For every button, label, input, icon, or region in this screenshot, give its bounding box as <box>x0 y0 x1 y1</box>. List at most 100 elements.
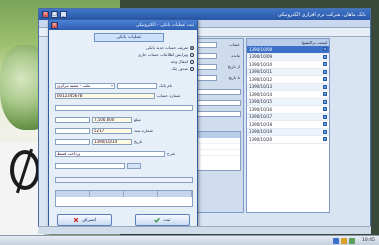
close-icon[interactable]: × <box>42 11 49 18</box>
search-field[interactable] <box>55 162 125 169</box>
tab-bank-operations[interactable]: عملیات بانکی <box>94 33 164 42</box>
desc-label: شرح <box>167 151 176 156</box>
bank-row: ملت - شعبه مرکزی نام بانک <box>55 82 193 89</box>
document-icon <box>323 62 327 67</box>
document-icon <box>323 54 327 59</box>
amount-field[interactable]: 7,500,000 <box>92 116 132 123</box>
doc-field[interactable]: 5217 <box>92 127 132 134</box>
list-item-date: 1390/10/10 <box>249 61 273 67</box>
list-item[interactable]: 1390/10/16 <box>247 106 329 114</box>
dialog-close-icon[interactable]: × <box>51 22 58 29</box>
list-item[interactable]: 1390/10/08 <box>247 46 329 54</box>
date-label: تاریخ <box>134 139 142 144</box>
list-item-date: 1390/10/11 <box>249 69 273 75</box>
list-item-date: 1390/10/13 <box>249 84 273 90</box>
cancel-button[interactable]: انصراف <box>57 214 112 226</box>
list-item-date: 1390/10/12 <box>249 76 273 82</box>
search-row <box>55 162 193 169</box>
middle-label-balance: مانده <box>231 53 240 58</box>
list-item[interactable]: 1390/10/19 <box>247 128 329 136</box>
radio-label: تعریف حساب جدید بانکی <box>145 45 188 50</box>
radio-button[interactable] <box>190 52 194 57</box>
middle-label-account: حساب <box>228 42 240 47</box>
list-item-date: 1390/10/15 <box>249 99 273 105</box>
status-bar <box>38 226 371 234</box>
search-icon[interactable] <box>127 162 141 169</box>
document-icon <box>323 122 327 127</box>
document-icon <box>323 114 327 119</box>
cancel-button-label: انصراف <box>81 217 97 223</box>
operation-radio-option[interactable]: صدور چک <box>84 65 194 72</box>
list-item-date: 1390/10/09 <box>249 54 273 60</box>
radio-button[interactable] <box>190 45 194 50</box>
cancel-icon <box>73 217 78 223</box>
save-button[interactable]: ثبت <box>135 214 190 226</box>
dialog-title: ثبت عملیات بانکی - الکترونیکی <box>135 22 194 28</box>
save-button-label: ثبت <box>163 217 171 223</box>
radio-button[interactable] <box>190 59 194 64</box>
list-item-date: 1390/10/18 <box>249 121 273 127</box>
bank-label: نام بانک <box>159 83 173 88</box>
list-item[interactable]: 1390/10/13 <box>247 83 329 91</box>
operation-radio-option[interactable]: انتقال وجه <box>84 58 194 65</box>
document-icon <box>323 107 327 112</box>
main-window-title: بانک ماهان، شرکت ترم افزاری الکترونیکی <box>277 11 366 18</box>
document-icon <box>323 99 327 104</box>
amount-row: 7,500,000 مبلغ <box>55 116 193 123</box>
list-item-date: 1390/10/08 <box>249 46 273 52</box>
bank-select[interactable]: ملت - شعبه مرکزی <box>55 82 115 89</box>
list-item[interactable]: 1390/10/12 <box>247 76 329 84</box>
middle-label-from: از تاریخ <box>227 64 240 69</box>
taskbar: 10:45 <box>0 235 379 245</box>
document-icon <box>323 84 327 89</box>
taskbar-clock: 10:45 <box>362 238 375 243</box>
radio-label: صدور چک <box>171 66 188 71</box>
tray-volume-icon[interactable] <box>341 238 347 244</box>
maximize-icon[interactable]: □ <box>51 11 58 18</box>
document-icon <box>323 77 327 82</box>
date-row: 1390/10/14 تاریخ <box>55 138 193 145</box>
middle-label-to: تا تاریخ <box>228 75 240 80</box>
account-field[interactable]: 0012345678 <box>55 92 155 99</box>
dialog-grid[interactable] <box>55 190 193 207</box>
operation-radio-group: تعریف حساب جدید بانکی ویرایش اطلاعات حساب… <box>84 44 194 78</box>
date-field[interactable]: 1390/10/14 <box>92 138 132 145</box>
document-icon <box>323 137 327 142</box>
list-item[interactable]: 1390/10/09 <box>247 53 329 61</box>
dialog-title-bar[interactable]: × ثبت عملیات بانکی - الکترونیکی <box>49 20 197 30</box>
date-secondary-field[interactable] <box>55 138 90 145</box>
list-item[interactable]: 1390/10/17 <box>247 113 329 121</box>
list-item[interactable]: 1390/10/11 <box>247 68 329 76</box>
list-caption-row <box>55 176 193 183</box>
list-item[interactable]: 1390/10/10 <box>247 61 329 69</box>
tray-app-icon[interactable] <box>349 238 355 244</box>
operation-radio-option[interactable]: تعریف حساب جدید بانکی <box>84 44 194 51</box>
list-item[interactable]: 1390/10/18 <box>247 121 329 129</box>
amount-secondary-field[interactable] <box>55 116 90 123</box>
list-caption <box>55 176 193 183</box>
bank-code-field[interactable] <box>117 82 157 89</box>
list-item-date: 1390/10/17 <box>249 114 273 120</box>
document-icon <box>323 129 327 134</box>
transaction-list-header: لیست تراکنشها <box>247 39 329 46</box>
info-row <box>55 104 193 111</box>
checkmark-icon <box>154 217 161 223</box>
list-item[interactable]: 1390/10/20 <box>247 136 329 144</box>
list-item[interactable]: 1390/10/15 <box>247 98 329 106</box>
list-item-date: 1390/10/19 <box>249 129 273 135</box>
radio-button[interactable] <box>190 66 194 71</box>
minimize-icon[interactable]: _ <box>60 11 67 18</box>
tray-network-icon[interactable] <box>333 238 339 244</box>
list-item-date: 1390/10/16 <box>249 106 273 112</box>
document-icon <box>323 47 327 52</box>
doc-row: 5217 شماره سند <box>55 127 193 134</box>
doc-secondary-field[interactable] <box>55 127 90 134</box>
desc-row: پرداخت قسط شرح <box>55 150 193 157</box>
desc-field[interactable]: پرداخت قسط <box>55 150 165 157</box>
info-field[interactable] <box>55 104 193 111</box>
account-row: 0012345678 شماره حساب <box>55 92 193 99</box>
list-item-date: 1390/10/14 <box>249 91 273 97</box>
operation-radio-option[interactable]: ویرایش اطلاعات حساب جاری <box>84 51 194 58</box>
list-item-date: 1390/10/20 <box>249 136 273 142</box>
list-item[interactable]: 1390/10/14 <box>247 91 329 99</box>
